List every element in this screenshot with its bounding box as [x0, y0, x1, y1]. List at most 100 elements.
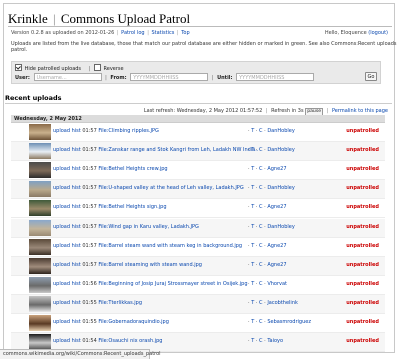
talk-link[interactable]: T — [251, 300, 254, 306]
filter-form: Hide patrolled uploads | Reverse User: U… — [11, 61, 381, 84]
hist-link[interactable]: hist — [72, 338, 81, 344]
upload-thumbnail[interactable] — [29, 257, 51, 274]
upload-link[interactable]: upload — [53, 338, 70, 344]
logout-link[interactable]: (logout) — [368, 30, 388, 36]
file-link[interactable]: File:Climbing ripples.JPG — [98, 128, 159, 134]
upload-thumbnail[interactable] — [29, 181, 51, 198]
statistics-link[interactable]: Statistics — [151, 30, 174, 36]
contribs-link[interactable]: C — [259, 204, 263, 210]
upload-thumbnail[interactable] — [29, 143, 51, 160]
uploader-link[interactable]: Jacobthelink — [267, 300, 298, 306]
file-link[interactable]: File:U-shaped valley at the head of Leh … — [98, 185, 243, 191]
contribs-link[interactable]: C — [259, 338, 263, 344]
uploader-link[interactable]: Agne27 — [267, 262, 286, 268]
upload-link[interactable]: upload — [53, 204, 70, 210]
upload-thumbnail[interactable] — [29, 276, 51, 293]
talk-link[interactable]: T — [251, 128, 254, 134]
file-link[interactable]: File:Bethel Heights crew.jpg — [98, 166, 167, 172]
hist-link[interactable]: hist — [72, 319, 81, 325]
upload-link[interactable]: upload — [53, 319, 70, 325]
uploader-link[interactable]: DanHobley — [267, 185, 295, 191]
contribs-link[interactable]: C — [259, 185, 263, 191]
contribs-link[interactable]: C — [259, 147, 263, 153]
upload-link[interactable]: upload — [53, 185, 70, 191]
patrol-log-link[interactable]: Patrol log — [121, 30, 144, 36]
uploader-link[interactable]: Vhorvat — [267, 281, 287, 287]
talk-link[interactable]: T — [251, 243, 254, 249]
from-input[interactable]: YYYYMMDDHHIISS — [130, 73, 209, 81]
permalink-link[interactable]: Permalink to this page — [332, 108, 388, 114]
uploader-link[interactable]: DanHobley — [267, 147, 295, 153]
uploader-link[interactable]: DanHobley — [267, 128, 295, 134]
hist-link[interactable]: hist — [72, 204, 81, 210]
file-link[interactable]: File:Barrel steam wand with steam keg in… — [98, 243, 242, 249]
upload-thumbnail[interactable] — [29, 315, 51, 331]
file-link[interactable]: File:Zanskar range and Stok Kangri from … — [98, 147, 258, 153]
uploader-link[interactable]: Agne27 — [267, 204, 286, 210]
upload-thumbnail[interactable] — [29, 200, 51, 217]
hist-link[interactable]: hist — [72, 224, 81, 230]
talk-link[interactable]: T — [251, 281, 254, 287]
upload-thumbnail[interactable] — [29, 219, 51, 236]
file-link[interactable]: File:Tterlikkas.jpg — [98, 300, 142, 306]
hist-link[interactable]: hist — [72, 166, 81, 172]
hide-patrolled-label[interactable]: Hide patrolled uploads — [25, 66, 81, 72]
file-link[interactable]: File:Barrel steaming with steam wand.jpg — [98, 262, 202, 268]
upload-link[interactable]: upload — [53, 128, 70, 134]
uploader-link[interactable]: DanHobley — [267, 224, 295, 230]
contribs-link[interactable]: C — [259, 243, 263, 249]
contribs-link[interactable]: C — [259, 224, 263, 230]
talk-link[interactable]: T — [251, 319, 254, 325]
file-link[interactable]: File:Osauchi nix orash.jpg — [98, 338, 162, 344]
uploader-link[interactable]: Taioyo — [267, 338, 283, 344]
app-name[interactable]: Krinkle — [8, 11, 48, 26]
upload-link[interactable]: upload — [53, 224, 70, 230]
upload-link[interactable]: upload — [53, 166, 70, 172]
upload-link[interactable]: upload — [53, 243, 70, 249]
upload-link[interactable]: upload — [53, 281, 70, 287]
hist-link[interactable]: hist — [72, 128, 81, 134]
patrol-status: unpatrolled — [346, 242, 379, 249]
hist-link[interactable]: hist — [72, 185, 81, 191]
file-link[interactable]: File:Beginning of Josip Juraj Strossmaye… — [98, 281, 247, 287]
upload-link[interactable]: upload — [53, 262, 70, 268]
top-link[interactable]: Top — [181, 30, 189, 36]
upload-thumbnail[interactable] — [29, 162, 51, 179]
talk-link[interactable]: T — [251, 224, 254, 230]
contribs-link[interactable]: C — [259, 281, 263, 287]
hist-link[interactable]: hist — [72, 281, 81, 287]
go-button[interactable]: Go — [365, 72, 377, 81]
upload-link[interactable]: upload — [53, 147, 70, 153]
contribs-link[interactable]: C — [259, 166, 263, 172]
contribs-link[interactable]: C — [259, 128, 263, 134]
file-link[interactable]: File:Gobernadoraquindio.jpg — [98, 319, 169, 325]
file-link[interactable]: File:Bethel Heights sign.jpg — [98, 204, 166, 210]
hist-link[interactable]: hist — [72, 300, 81, 306]
uploader-link[interactable]: Sebasmrodriguez — [267, 319, 311, 325]
user-input[interactable]: Username... — [33, 73, 102, 81]
uploader-link[interactable]: Agne27 — [267, 166, 286, 172]
file-link[interactable]: File:Wind gap in Karu valley, Ladakh.JPG — [98, 224, 199, 230]
upload-thumbnail[interactable] — [29, 238, 51, 255]
hist-link[interactable]: hist — [72, 147, 81, 153]
hist-link[interactable]: hist — [72, 262, 81, 268]
upload-thumbnail[interactable] — [29, 334, 51, 351]
hist-link[interactable]: hist — [72, 243, 81, 249]
talk-link[interactable]: T — [251, 338, 254, 344]
talk-link[interactable]: T — [251, 185, 254, 191]
uploader-link[interactable]: Agne27 — [267, 243, 286, 249]
hide-patrolled-checkbox[interactable] — [15, 64, 22, 71]
upload-thumbnail[interactable] — [29, 295, 51, 312]
talk-link[interactable]: T — [251, 166, 254, 172]
reverse-checkbox[interactable] — [93, 64, 101, 71]
contribs-link[interactable]: C — [259, 300, 263, 306]
talk-link[interactable]: T — [251, 204, 254, 210]
upload-link[interactable]: upload — [53, 300, 70, 306]
until-input[interactable]: YYYYMMDDHHIISS — [236, 73, 315, 81]
talk-link[interactable]: T — [251, 147, 254, 153]
contribs-link[interactable]: C — [259, 319, 263, 325]
contribs-link[interactable]: C — [259, 262, 263, 268]
upload-thumbnail[interactable] — [29, 124, 51, 140]
reverse-label[interactable]: Reverse — [104, 66, 124, 72]
talk-link[interactable]: T — [251, 262, 254, 268]
